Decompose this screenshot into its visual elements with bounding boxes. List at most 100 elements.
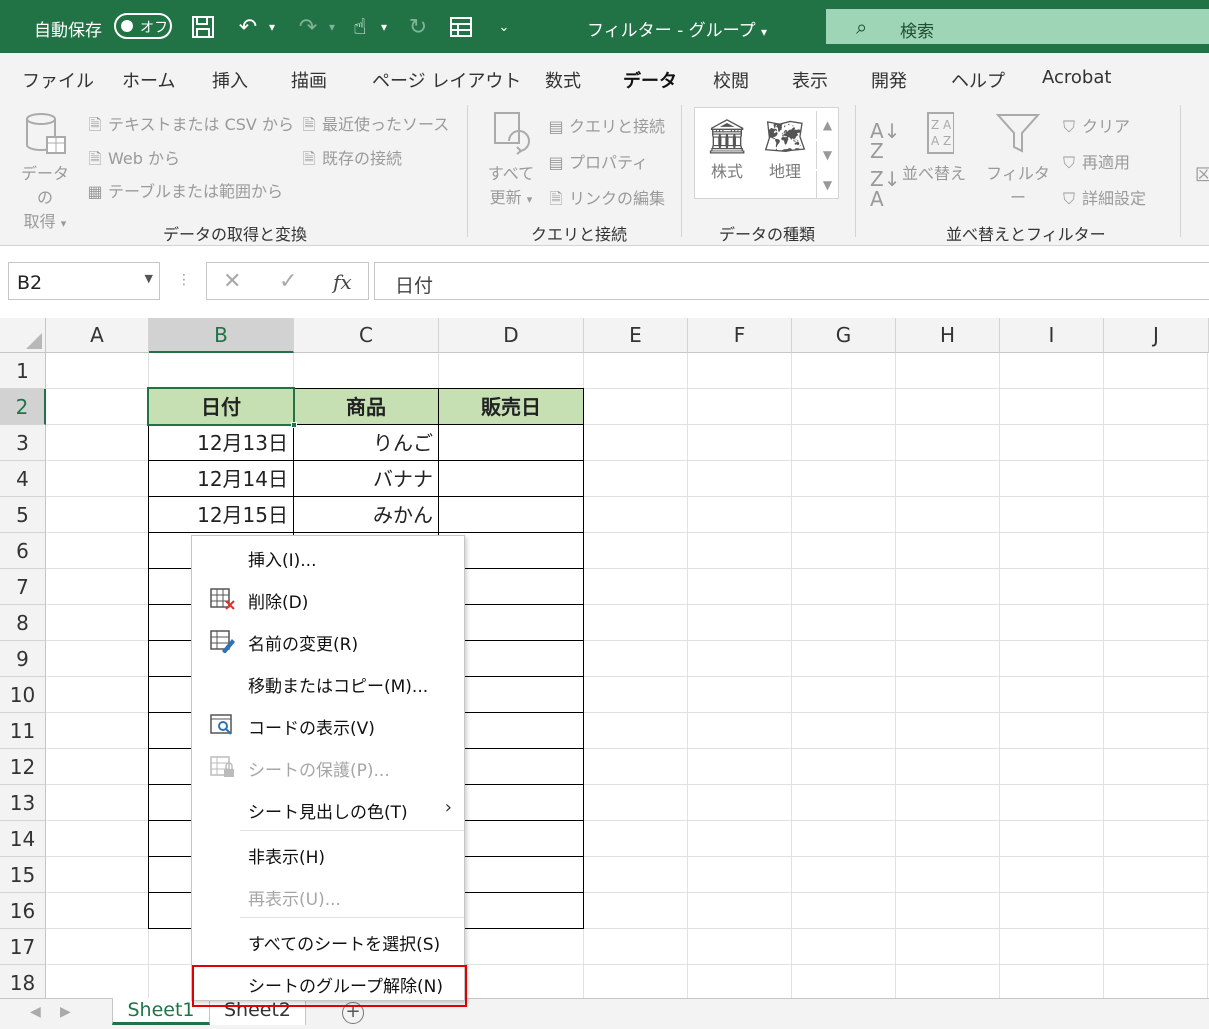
menu-item-rename[interactable]: 名前の変更(R) — [192, 620, 464, 662]
row-header-10[interactable]: 10 — [0, 677, 46, 713]
customize-qat-icon[interactable]: ⌄ — [494, 12, 514, 42]
fill-handle[interactable] — [291, 422, 297, 428]
row-header-1[interactable]: 1 — [0, 353, 46, 389]
formula-input[interactable]: 日付 — [374, 262, 1209, 300]
column-header-f[interactable]: F — [688, 318, 792, 353]
row-header-7[interactable]: 7 — [0, 569, 46, 605]
cell-c5[interactable]: みかん — [293, 496, 439, 533]
menu-item-delete[interactable]: 削除(D) — [192, 578, 464, 620]
column-header-b[interactable]: B — [149, 318, 294, 353]
column-header-g[interactable]: G — [792, 318, 896, 353]
next-sheet-icon[interactable]: ▶ — [60, 1004, 71, 1020]
tab-file[interactable]: ファイル — [22, 67, 94, 93]
search-box[interactable]: ⌕ 検索 — [826, 9, 1209, 44]
cell-d4[interactable] — [438, 460, 584, 497]
cell-d2[interactable]: 販売日 — [438, 388, 584, 425]
column-header-a[interactable]: A — [46, 318, 149, 353]
sort-descending-icon[interactable]: Z↓ A — [870, 169, 900, 209]
undo-dropdown-icon[interactable]: ▾ — [266, 12, 278, 42]
row-header-9[interactable]: 9 — [0, 641, 46, 677]
sort-button[interactable]: Z A A Z 並べ替え — [900, 111, 968, 186]
existing-connections-button[interactable]: 🗎 既存の接続 — [298, 145, 402, 175]
save-icon[interactable] — [188, 12, 218, 42]
row-header-18[interactable]: 18 — [0, 965, 46, 998]
table-format-icon[interactable] — [446, 12, 476, 42]
autosave-toggle[interactable]: オフ — [114, 13, 172, 39]
queries-connections-button[interactable]: ▤ クエリと接続 — [545, 113, 665, 137]
select-all-button[interactable] — [0, 318, 46, 353]
menu-item-hide[interactable]: 非表示(H) — [192, 833, 464, 875]
column-header-h[interactable]: H — [896, 318, 1000, 353]
cell-b5[interactable]: 12月15日 — [148, 496, 294, 533]
row-header-17[interactable]: 17 — [0, 929, 46, 965]
tab-view[interactable]: 表示 — [792, 67, 828, 93]
reapply-button[interactable]: ⛉ 再適用 — [1058, 149, 1130, 173]
touch-dropdown-icon[interactable]: ▾ — [378, 12, 390, 42]
column-header-c[interactable]: C — [294, 318, 439, 353]
tab-home[interactable]: ホーム — [122, 67, 175, 93]
name-box-dropdown-icon[interactable]: ▼ — [145, 272, 153, 285]
menu-item-insert[interactable]: 挿入(I)... — [192, 536, 464, 578]
get-data-button[interactable]: データの 取得 ▾ — [14, 111, 76, 236]
redo-dropdown-icon[interactable]: ▾ — [326, 12, 338, 42]
enter-icon[interactable]: ✓ — [279, 269, 297, 294]
cell-c4[interactable]: バナナ — [293, 460, 439, 497]
cell-d5[interactable] — [438, 496, 584, 533]
gallery-up-icon[interactable]: ▲ — [816, 111, 838, 139]
menu-item-tab-color[interactable]: シート見出しの色(T) › — [192, 788, 464, 830]
row-header-13[interactable]: 13 — [0, 785, 46, 821]
cell-c3[interactable]: りんご — [293, 424, 439, 461]
from-table-button[interactable]: ▦ テーブルまたは範囲から — [84, 178, 283, 202]
cancel-icon[interactable]: ✕ — [223, 269, 241, 294]
row-header-3[interactable]: 3 — [0, 425, 46, 461]
stocks-button[interactable]: 🏛 株式 — [697, 116, 757, 182]
tab-formulas[interactable]: 数式 — [545, 67, 581, 93]
column-header-d[interactable]: D — [439, 318, 584, 353]
insert-function-icon[interactable]: fx — [333, 270, 352, 294]
recent-sources-button[interactable]: 🗎 最近使ったソース — [298, 111, 450, 141]
formula-bar-splitter-icon[interactable]: ⋮ — [177, 272, 191, 288]
tab-page-layout[interactable]: ページ レイアウト — [372, 67, 521, 93]
tab-draw[interactable]: 描画 — [291, 67, 327, 93]
column-header-i[interactable]: I — [1000, 318, 1104, 353]
row-header-11[interactable]: 11 — [0, 713, 46, 749]
refresh-all-button[interactable]: すべて 更新 ▾ — [480, 111, 542, 212]
column-header-j[interactable]: J — [1104, 318, 1209, 353]
tab-acrobat[interactable]: Acrobat — [1042, 67, 1111, 88]
redo-icon[interactable]: ↷ — [290, 12, 326, 42]
column-header-e[interactable]: E — [584, 318, 688, 353]
gallery-more-icon[interactable]: ▼ — [816, 171, 838, 199]
edit-links-button[interactable]: 🗎 リンクの編集 — [545, 185, 665, 215]
name-box[interactable]: B2 ▼ — [8, 262, 160, 300]
filter-button[interactable]: フィルター — [983, 111, 1053, 210]
ribbon-overflow-label[interactable]: 区 — [1195, 161, 1209, 185]
clear-filter-button[interactable]: ⛉ クリア — [1058, 113, 1130, 137]
undo-icon[interactable]: ↶ — [230, 12, 266, 42]
geography-button[interactable]: 🗺 地理 — [755, 116, 815, 182]
menu-item-move-copy[interactable]: 移動またはコピー(M)... — [192, 662, 464, 704]
row-header-4[interactable]: 4 — [0, 461, 46, 497]
row-header-5[interactable]: 5 — [0, 497, 46, 533]
row-header-14[interactable]: 14 — [0, 821, 46, 857]
from-text-csv-button[interactable]: 🗎 テキストまたは CSV から — [84, 111, 294, 141]
tab-data[interactable]: データ — [623, 67, 677, 102]
cell-b3[interactable]: 12月13日 — [148, 424, 294, 461]
row-header-6[interactable]: 6 — [0, 533, 46, 569]
cell-b4[interactable]: 12月14日 — [148, 460, 294, 497]
cell-c2[interactable]: 商品 — [293, 388, 439, 425]
repeat-icon[interactable]: ↻ — [400, 12, 436, 42]
touch-mode-icon[interactable]: ☝ — [345, 12, 375, 42]
properties-button[interactable]: ▤ プロパティ — [545, 149, 648, 173]
document-title[interactable]: フィルター - グループ ▾ — [587, 16, 767, 41]
advanced-filter-button[interactable]: ⛉ 詳細設定 — [1058, 185, 1146, 209]
from-web-button[interactable]: 🗎 Web から — [84, 145, 180, 175]
row-header-2[interactable]: 2 — [0, 389, 46, 425]
row-header-16[interactable]: 16 — [0, 893, 46, 929]
prev-sheet-icon[interactable]: ◀ — [30, 1004, 41, 1020]
menu-item-view-code[interactable]: コードの表示(V) — [192, 704, 464, 746]
row-header-12[interactable]: 12 — [0, 749, 46, 785]
cell-d3[interactable] — [438, 424, 584, 461]
row-header-15[interactable]: 15 — [0, 857, 46, 893]
sort-ascending-icon[interactable]: A↓ Z — [870, 121, 900, 161]
tab-help[interactable]: ヘルプ — [951, 67, 1005, 93]
